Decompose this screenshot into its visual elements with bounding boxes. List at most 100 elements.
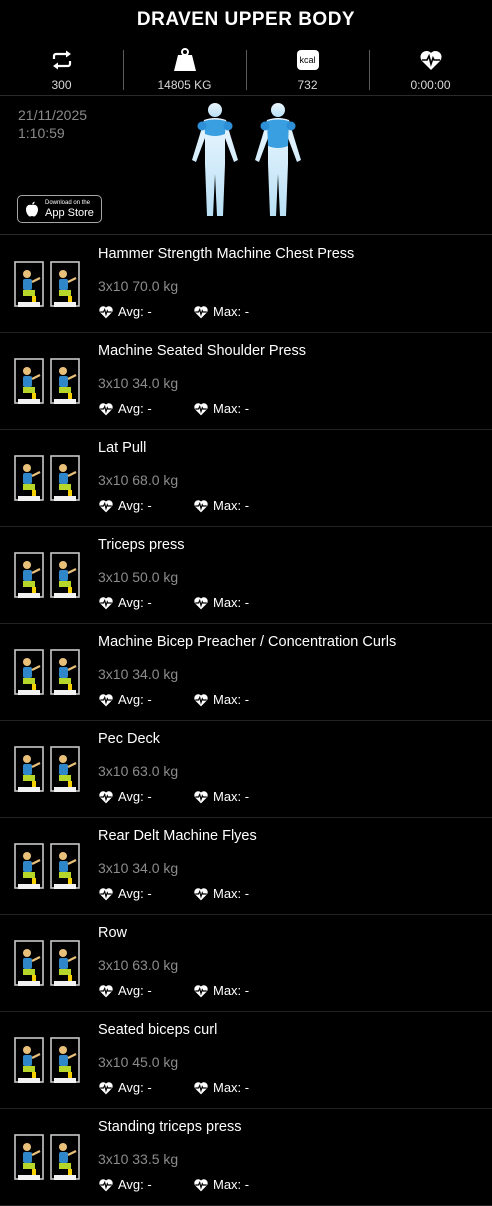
max-label: Max: - xyxy=(213,498,250,513)
avg-heart-rate: Avg: - xyxy=(98,983,152,998)
avg-label: Avg: - xyxy=(118,983,152,998)
app-store-big-text: App Store xyxy=(45,206,94,219)
avg-label: Avg: - xyxy=(118,1177,152,1192)
muscle-map xyxy=(180,100,310,227)
exercise-sets: 3x10 68.0 kg xyxy=(98,472,179,488)
body-back-icon xyxy=(255,103,301,216)
max-label: Max: - xyxy=(213,401,250,416)
max-heart-rate: Max: - xyxy=(193,692,249,707)
max-label: Max: - xyxy=(213,1080,250,1095)
avg-label: Avg: - xyxy=(118,789,152,804)
avg-heart-rate: Avg: - xyxy=(98,401,152,416)
exercise-sets: 3x10 34.0 kg xyxy=(98,375,179,391)
max-label: Max: - xyxy=(213,1177,250,1192)
exercise-row[interactable]: Pec Deck 3x10 63.0 kg Avg: - Max: - xyxy=(0,721,492,818)
weight-icon xyxy=(172,48,198,72)
exercise-illustration xyxy=(12,933,84,991)
exercise-row[interactable]: Lat Pull 3x10 68.0 kg Avg: - Max: - xyxy=(0,430,492,527)
avg-heart-rate: Avg: - xyxy=(98,498,152,513)
heart-rate-icon xyxy=(99,305,113,318)
max-label: Max: - xyxy=(213,692,250,707)
exercise-illustration xyxy=(12,739,84,797)
stat-weight-value: 14805 KG xyxy=(157,78,212,92)
exercise-row[interactable]: Machine Bicep Preacher / Concentration C… xyxy=(0,624,492,721)
stat-kcal-value: 732 xyxy=(297,78,318,92)
exercise-illustration xyxy=(12,351,84,409)
heart-rate-icon xyxy=(99,790,113,803)
app-store-badge[interactable]: Download on the App Store xyxy=(17,195,102,223)
exercise-row[interactable]: Rear Delt Machine Flyes 3x10 34.0 kg Avg… xyxy=(0,818,492,915)
max-heart-rate: Max: - xyxy=(193,401,249,416)
exercise-row[interactable]: Triceps press 3x10 50.0 kg Avg: - Max: - xyxy=(0,527,492,624)
exercise-illustration xyxy=(12,1030,84,1088)
heart-rate-icon xyxy=(99,984,113,997)
exercise-row[interactable]: Hammer Strength Machine Chest Press 3x10… xyxy=(0,236,492,333)
avg-heart-rate: Avg: - xyxy=(98,1080,152,1095)
heart-rate-icon xyxy=(99,1178,113,1191)
exercise-illustration xyxy=(12,448,84,506)
heart-rate-icon xyxy=(194,984,208,997)
exercise-sets: 3x10 45.0 kg xyxy=(98,1054,179,1070)
heart-rate-icon xyxy=(194,596,208,609)
workout-date: 21/11/2025 xyxy=(18,107,88,123)
stat-reps-value: 300 xyxy=(51,78,72,92)
exercise-sets: 3x10 33.5 kg xyxy=(98,1151,179,1167)
exercise-row[interactable]: Seated biceps curl 3x10 45.0 kg Avg: - M… xyxy=(0,1012,492,1109)
heart-rate-icon xyxy=(194,693,208,706)
heart-rate-icon xyxy=(194,499,208,512)
app-store-small-text: Download on the xyxy=(45,199,91,206)
apple-icon xyxy=(22,201,42,217)
heart-rate-icon xyxy=(99,596,113,609)
body-front-icon xyxy=(192,103,238,216)
list-top-divider xyxy=(0,234,492,235)
exercise-name: Row xyxy=(98,925,128,941)
max-heart-rate: Max: - xyxy=(193,595,249,610)
exercise-name: Triceps press xyxy=(98,537,185,553)
max-label: Max: - xyxy=(213,983,250,998)
kcal-icon: kcal xyxy=(296,48,319,72)
exercise-name: Seated biceps curl xyxy=(98,1022,218,1038)
avg-heart-rate: Avg: - xyxy=(98,886,152,901)
exercise-illustration xyxy=(12,254,84,312)
max-heart-rate: Max: - xyxy=(193,789,249,804)
exercise-name: Hammer Strength Machine Chest Press xyxy=(98,246,355,262)
exercise-row[interactable]: Row 3x10 63.0 kg Avg: - Max: - xyxy=(0,915,492,1012)
exercise-name: Machine Seated Shoulder Press xyxy=(98,343,306,359)
max-label: Max: - xyxy=(213,304,250,319)
exercise-row[interactable]: Machine Seated Shoulder Press 3x10 34.0 … xyxy=(0,333,492,430)
exercise-sets: 3x10 34.0 kg xyxy=(98,860,179,876)
heart-rate-icon xyxy=(99,1081,113,1094)
max-label: Max: - xyxy=(213,595,250,610)
exercise-sets: 3x10 70.0 kg xyxy=(98,278,179,294)
max-heart-rate: Max: - xyxy=(193,1080,249,1095)
heart-rate-icon xyxy=(194,305,208,318)
exercise-name: Lat Pull xyxy=(98,440,147,456)
max-heart-rate: Max: - xyxy=(193,498,249,513)
exercise-row[interactable]: Standing triceps press 3x10 33.5 kg Avg:… xyxy=(0,1109,492,1206)
heart-rate-icon xyxy=(194,1178,208,1191)
max-heart-rate: Max: - xyxy=(193,983,249,998)
exercise-illustration xyxy=(12,1127,84,1185)
avg-label: Avg: - xyxy=(118,595,152,610)
workout-time: 1:10:59 xyxy=(18,125,65,141)
avg-label: Avg: - xyxy=(118,692,152,707)
exercise-sets: 3x10 63.0 kg xyxy=(98,957,179,973)
heart-rate-icon xyxy=(194,790,208,803)
repeat-icon xyxy=(51,48,73,72)
exercise-illustration xyxy=(12,836,84,894)
stat-duration: 0:00:00 xyxy=(369,42,492,94)
exercise-name: Rear Delt Machine Flyes xyxy=(98,828,257,844)
exercise-sets: 3x10 34.0 kg xyxy=(98,666,179,682)
heart-rate-icon xyxy=(99,693,113,706)
max-label: Max: - xyxy=(213,789,250,804)
exercise-illustration xyxy=(12,642,84,700)
header-divider xyxy=(0,95,492,96)
avg-label: Avg: - xyxy=(118,401,152,416)
workout-datetime: 21/11/2025 1:10:59 xyxy=(18,106,87,142)
max-heart-rate: Max: - xyxy=(193,304,249,319)
exercise-sets: 3x10 50.0 kg xyxy=(98,569,179,585)
avg-heart-rate: Avg: - xyxy=(98,692,152,707)
heart-rate-icon xyxy=(99,887,113,900)
avg-heart-rate: Avg: - xyxy=(98,595,152,610)
avg-label: Avg: - xyxy=(118,1080,152,1095)
